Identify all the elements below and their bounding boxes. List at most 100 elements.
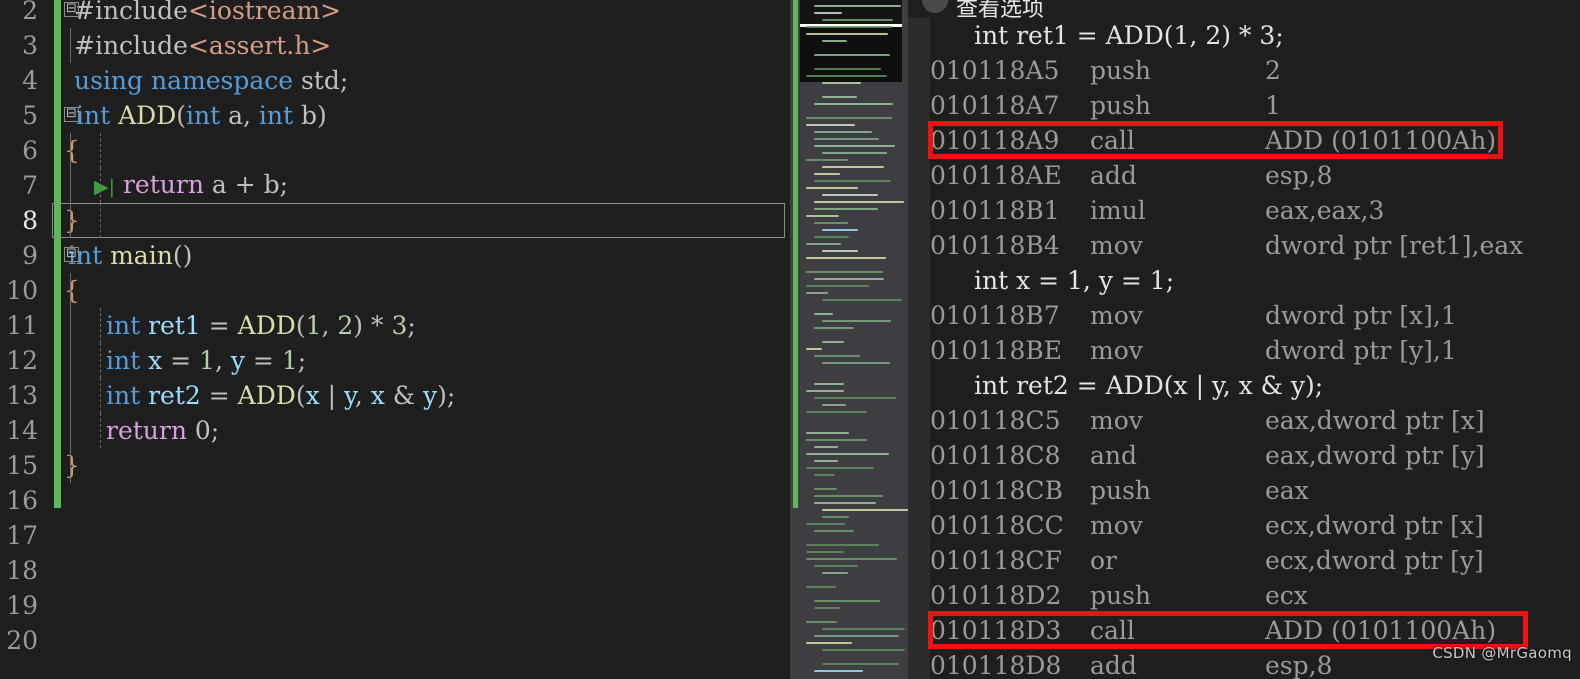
minimap-line [814, 502, 876, 504]
code-line[interactable]: 5 ⊟ int ADD(int a, int b) [0, 98, 790, 133]
disassembly-instruction-row[interactable]: 010118A7 push 1 [908, 88, 1580, 123]
disassembly-instruction-row[interactable]: 010118B7 mov dword ptr [x],1 [908, 298, 1580, 333]
code-line[interactable]: 19 [0, 588, 790, 623]
code-line[interactable]: 13 int ret2 = ADD(x | y, x & y); [0, 378, 790, 413]
minimap[interactable] [790, 0, 913, 679]
code-line[interactable]: 9 ⊟ int main() [0, 238, 790, 273]
code-line[interactable]: 4 using namespace std; [0, 63, 790, 98]
code-line[interactable]: 10 { [0, 273, 790, 308]
view-options-label[interactable]: 查看选项 [956, 0, 1044, 18]
token-var-y: y [344, 381, 355, 410]
code-editor-pane[interactable]: 1 #define_CRT_SECURE_NO_WARNINGS 2 ⊟ #in… [0, 0, 790, 679]
instruction-operands: eax,eax,3 [1265, 196, 1385, 225]
token-paren: ) [437, 381, 447, 410]
minimap-line [806, 271, 883, 273]
disassembly-source-line[interactable]: int ret1 = ADD(1, 2) * 3; [908, 18, 1580, 53]
minimap-line [814, 201, 905, 203]
instruction-address: 010118AE [930, 161, 1062, 190]
disassembly-instruction-row[interactable]: 010118D2 push ecx [908, 578, 1580, 613]
minimap-line [814, 670, 863, 672]
token-keyword-using: using [74, 66, 144, 95]
code-line[interactable]: 15 } [0, 448, 790, 483]
instruction-mnemonic: call [1090, 616, 1135, 645]
line-number: 10 [6, 276, 38, 305]
fold-bracket-line [70, 28, 71, 63]
instruction-address: 010118A7 [930, 91, 1060, 120]
disassembly-instruction-row[interactable]: 010118A5 push 2 [908, 53, 1580, 88]
line-number: 11 [6, 311, 38, 340]
code-line[interactable]: 2 ⊟ #include<iostream> [0, 0, 790, 28]
token-paren: ) [353, 311, 364, 340]
disassembly-instruction-row[interactable]: 010118BE mov dword ptr [y],1 [908, 333, 1580, 368]
minimap-line [806, 117, 893, 119]
code-line[interactable]: 17 [0, 518, 790, 553]
code-line[interactable]: 11 int ret1 = ADD(1, 2) * 3; [0, 308, 790, 343]
token-number: 1 [281, 346, 298, 375]
disassembly-instruction-row[interactable]: 010118AE add esp,8 [908, 158, 1580, 193]
line-number: 17 [6, 521, 38, 550]
minimap-line [822, 509, 913, 511]
code-line[interactable]: 3 #include<assert.h> [0, 28, 790, 63]
minimap-line [814, 460, 838, 462]
disassembly-source-line[interactable]: int x = 1, y = 1; [908, 263, 1580, 298]
disassembly-instruction-row[interactable]: 010118C5 mov eax,dword ptr [x] [908, 403, 1580, 438]
minimap-line [822, 299, 903, 301]
disassembly-instruction-row[interactable]: 010118CC mov ecx,dword ptr [x] [908, 508, 1580, 543]
token-call-add: ADD [237, 311, 296, 340]
fold-collapse-icon[interactable]: ⊟ [64, 107, 79, 122]
instruction-address: 010118C5 [930, 406, 1061, 435]
minimap-line [806, 243, 841, 245]
disassembly-instruction-row[interactable]: 010118D3 call ADD (0101100Ah) [908, 613, 1580, 648]
fold-collapse-icon[interactable]: ⊟ [64, 2, 79, 17]
disassembly-instruction-row[interactable]: 010118CB push eax [908, 473, 1580, 508]
line-number: 4 [22, 66, 38, 95]
minimap-line [806, 292, 828, 294]
token-var-x: x [370, 381, 385, 410]
token-assign: = [162, 346, 200, 375]
instruction-address: 010118A5 [930, 56, 1060, 85]
disassembly-instruction-row[interactable]: 010118B4 mov dword ptr [ret1],eax [908, 228, 1580, 263]
line-number: 20 [6, 626, 38, 655]
code-line[interactable]: 20 [0, 623, 790, 658]
token-operator-or: | [319, 381, 345, 410]
token-header: <iostream> [187, 0, 342, 25]
code-line[interactable]: 14 return 0; [0, 413, 790, 448]
line-number: 14 [6, 416, 38, 445]
code-line[interactable]: 6 { [0, 133, 790, 168]
disassembly-rows: int ret1 = ADD(1, 2) * 3; 010118A5 push 2 01… [908, 18, 1580, 679]
disassembly-instruction-row[interactable]: 010118CF or ecx,dword ptr [y] [908, 543, 1580, 578]
minimap-line [822, 516, 849, 518]
code-line[interactable]: 7 ▶| return a + b; [0, 168, 790, 203]
code-line[interactable]: 16 [0, 483, 790, 518]
line-number: 6 [22, 136, 38, 165]
disassembly-instruction-row[interactable]: 010118A9 call ADD (0101100Ah) [908, 123, 1580, 158]
token-paren: ( [295, 311, 306, 340]
line-number: 7 [22, 171, 38, 200]
fold-bracket-line [70, 168, 71, 203]
disassembly-pane[interactable]: 查看选项 int ret1 = ADD(1, 2) * 3; 010118A5 pu… [908, 0, 1580, 679]
code-line[interactable]: 12 int x = 1, y = 1; [0, 343, 790, 378]
token-param-a: a, [220, 101, 259, 130]
instruction-address: 010118CB [930, 476, 1063, 505]
instruction-operands: 2 [1265, 56, 1281, 85]
token-call-add: ADD [237, 381, 296, 410]
minimap-line [814, 173, 840, 175]
minimap-line [822, 404, 847, 406]
minimap-line [814, 5, 902, 7]
minimap-line [806, 453, 890, 455]
minimap-line [822, 40, 847, 42]
disassembly-instruction-row[interactable]: 010118B1 imul eax,eax,3 [908, 193, 1580, 228]
screenshot-root: 1 #define_CRT_SECURE_NO_WARNINGS 2 ⊟ #in… [0, 0, 1580, 679]
disassembly-source-line[interactable]: int ret2 = ADD(x | y, x & y); [908, 368, 1580, 403]
minimap-line [806, 390, 844, 392]
code-line[interactable]: 18 [0, 553, 790, 588]
disassembly-instruction-row[interactable]: 010118C8 and eax,dword ptr [y] [908, 438, 1580, 473]
instruction-address: 010118D8 [930, 651, 1062, 679]
line-number: 18 [6, 556, 38, 585]
fold-collapse-icon[interactable]: ⊟ [64, 247, 79, 262]
run-to-cursor-icon[interactable]: ▶| [94, 176, 115, 198]
minimap-line [806, 159, 848, 161]
view-options-icon[interactable] [922, 0, 948, 13]
code-line-current[interactable]: 8 } [0, 203, 790, 238]
token-keyword-namespace: namespace [150, 66, 294, 95]
